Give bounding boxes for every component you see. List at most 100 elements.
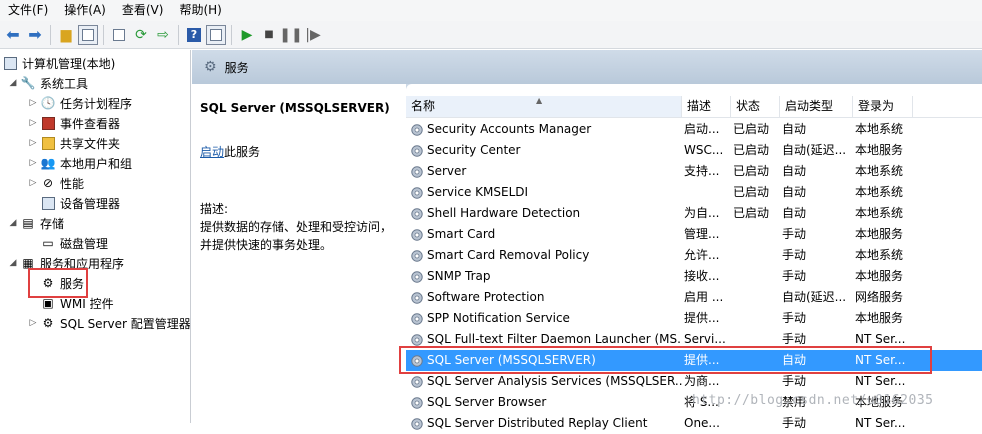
cell-startup: 手动 [782, 416, 807, 430]
table-row[interactable]: Security Center WSC... 已启动 自动(延迟... 本地服务 [406, 140, 982, 161]
back-arrow-icon[interactable]: ⬅ [3, 25, 23, 45]
tree-label: 性能 [60, 176, 85, 191]
tree-item-computer-management[interactable]: 计算机管理(本地) [2, 53, 115, 73]
toolbar-separator [103, 24, 104, 45]
tree-item-event-viewer[interactable]: ▷ 事件查看器 [28, 113, 120, 133]
table-row[interactable]: Security Accounts Manager 启动... 已启动 自动 本地系统 [406, 119, 982, 140]
show-hide-tree-icon[interactable] [78, 24, 98, 45]
cell-status [731, 329, 780, 350]
up-folder-icon[interactable]: ▆ [56, 25, 76, 45]
cell-startup: 自动 [782, 164, 807, 178]
cell-desc: WSC... [684, 143, 724, 157]
table-row[interactable]: Smart Card 管理... 手动 本地服务 [406, 224, 982, 245]
tree-item-performance[interactable]: ▷ ⊘ 性能 [28, 173, 84, 193]
tree-item-sql-server-config[interactable]: ▷ ⚙ SQL Server 配置管理器 [28, 313, 190, 333]
cell-logon: 网络服务 [855, 290, 904, 304]
expanded-arrow-icon[interactable]: ◢ [8, 78, 18, 88]
shared-folder-icon [40, 135, 56, 151]
cell-status [731, 245, 780, 266]
collapsed-arrow-icon[interactable]: ▷ [28, 158, 38, 168]
service-gear-icon [411, 270, 423, 283]
menu-file[interactable]: 文件(F) [0, 0, 56, 21]
column-name[interactable]: 名称 ▲ [406, 96, 682, 117]
tree-label: 服务 [60, 276, 85, 291]
tree-item-task-scheduler[interactable]: ▷ 🕓 任务计划程序 [28, 93, 132, 113]
table-row[interactable]: Server 支持... 已启动 自动 本地系统 [406, 161, 982, 182]
tree-item-services-and-applications[interactable]: ◢ ▦ 服务和应用程序 [8, 253, 124, 273]
cell-status: 已启动 [733, 122, 770, 136]
help-icon[interactable]: ? [184, 25, 204, 45]
table-row[interactable]: Shell Hardware Detection 为自... 已启动 自动 本地系统 [406, 203, 982, 224]
cell-startup: 手动 [782, 374, 807, 388]
tree-item-system-tools[interactable]: ◢ 🔧 系统工具 [8, 73, 88, 93]
menu-help[interactable]: 帮助(H) [171, 0, 229, 21]
tree-item-shared-folders[interactable]: ▷ 共享文件夹 [28, 133, 120, 153]
collapsed-arrow-icon[interactable]: ▷ [28, 178, 38, 188]
tree-item-services[interactable]: ⚙ 服务 [40, 273, 84, 293]
show-hide-action-pane-icon[interactable] [206, 24, 226, 45]
column-log-on-as[interactable]: 登录为 [853, 96, 913, 117]
toolbar-separator [231, 24, 232, 45]
service-name-text: Software Protection [427, 290, 545, 304]
service-gear-icon [411, 228, 423, 241]
menu-action[interactable]: 操作(A) [56, 0, 114, 21]
export-list-icon[interactable]: ⇨ [153, 25, 173, 45]
service-name-text: Security Center [427, 143, 521, 157]
tree-label: 事件查看器 [60, 116, 121, 131]
users-icon: 👥 [40, 156, 56, 170]
cell-desc: Servi... [684, 332, 726, 346]
cell-startup: 手动 [782, 269, 807, 283]
services-apps-icon: ▦ [22, 256, 34, 270]
tree-item-storage[interactable]: ◢ ▤ 存储 [8, 213, 64, 233]
table-row[interactable]: SQL Server Distributed Replay Client One.… [406, 413, 982, 434]
service-gear-icon [411, 354, 423, 367]
table-row[interactable]: SQL Full-text Filter Daemon Launcher (MS… [406, 329, 982, 350]
extended-tab[interactable] [406, 84, 982, 96]
collapsed-arrow-icon[interactable]: ▷ [28, 138, 38, 148]
tree-label: 任务计划程序 [60, 96, 133, 111]
expanded-arrow-icon[interactable]: ◢ [8, 218, 18, 228]
column-status[interactable]: 状态 [731, 96, 780, 117]
tree-item-device-manager[interactable]: 设备管理器 [40, 193, 120, 213]
pause-service-icon[interactable]: ❚❚ [279, 25, 302, 45]
table-row[interactable]: SPP Notification Service 提供... 手动 本地服务 [406, 308, 982, 329]
column-startup-type[interactable]: 启动类型 [780, 96, 853, 117]
service-gear-icon [411, 165, 423, 178]
table-row[interactable]: Smart Card Removal Policy 允许... 手动 本地系统 [406, 245, 982, 266]
console-tree: 计算机管理(本地) ◢ 🔧 系统工具 ▷ 🕓 任务计划程序 ▷ 事件查看器 ▷ … [0, 50, 191, 423]
tree-item-wmi-control[interactable]: ▣ WMI 控件 [40, 293, 113, 313]
table-row[interactable]: SQL Server (MSSQLSERVER) 提供... 自动 NT Ser... [406, 350, 982, 371]
resume-service-icon[interactable]: |▶ [303, 25, 323, 45]
properties-icon[interactable] [109, 25, 129, 45]
service-gear-icon [411, 207, 423, 220]
cell-desc: 支持... [684, 164, 720, 178]
description-line-1: 提供数据的存储、处理和受控访问， [200, 220, 393, 234]
table-row[interactable]: SQL Server Analysis Services (MSSQLSER..… [406, 371, 982, 392]
stop-service-icon[interactable]: ■ [259, 25, 279, 45]
tree-label: 计算机管理(本地) [22, 56, 116, 71]
collapsed-arrow-icon[interactable]: ▷ [28, 98, 38, 108]
expanded-arrow-icon[interactable]: ◢ [8, 258, 18, 268]
tree-item-local-users[interactable]: ▷ 👥 本地用户和组 [28, 153, 132, 173]
collapsed-arrow-icon[interactable]: ▷ [28, 118, 38, 128]
cell-name: SQL Server (MSSQLSERVER) [408, 350, 682, 371]
refresh-icon[interactable]: ⟳ [131, 25, 151, 45]
services-list: 名称 ▲ 描述 状态 启动类型 登录为 Security Accounts Man… [406, 84, 982, 430]
start-service-link[interactable]: 启动 [200, 145, 224, 159]
table-row[interactable]: SNMP Trap 接收... 手动 本地服务 [406, 266, 982, 287]
table-row[interactable]: Software Protection 启用 ... 自动(延迟... 网络服务 [406, 287, 982, 308]
column-description[interactable]: 描述 [682, 96, 731, 117]
menu-view[interactable]: 查看(V) [114, 0, 172, 21]
forward-arrow-icon[interactable]: ➡ [25, 25, 45, 45]
cell-logon: 本地服务 [855, 269, 904, 283]
tree-item-disk-management[interactable]: ▭ 磁盘管理 [40, 233, 108, 253]
toolbar: ⬅ ➡ ▆ ⟳ ⇨ ? ▶ ■ ❚❚ |▶ [0, 21, 982, 49]
table-row[interactable]: Service KMSELDI 已启动 自动 本地系统 [406, 182, 982, 203]
service-gear-icon [411, 291, 423, 304]
cell-desc: 允许... [684, 248, 720, 262]
collapsed-arrow-icon[interactable]: ▷ [28, 318, 38, 328]
service-gear-icon [411, 375, 423, 388]
cell-name: Software Protection [408, 287, 682, 308]
start-service-icon[interactable]: ▶ [237, 25, 257, 45]
cell-logon: 本地服务 [855, 143, 904, 157]
